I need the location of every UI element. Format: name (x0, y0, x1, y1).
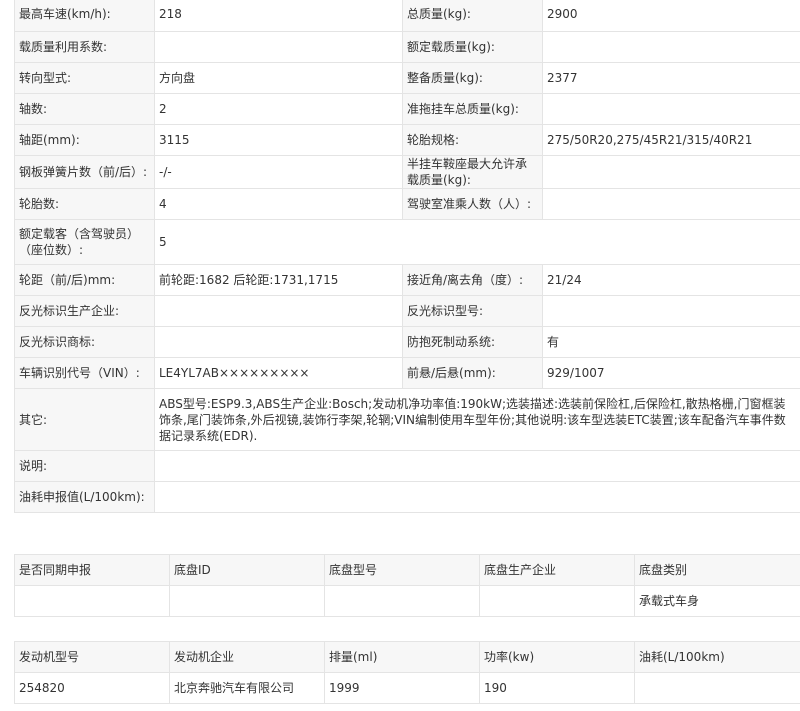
chassis-header-cell: 底盘型号 (324, 554, 480, 586)
engine-data-row: 254820 北京奔驰汽车有限公司 1999 190 (14, 672, 800, 704)
spec-row: 反光标识生产企业: 反光标识型号: (14, 295, 800, 327)
spec-value (542, 93, 800, 125)
spec-label: 轴距(mm): (14, 124, 155, 156)
spec-row: 反光标识商标: 防抱死制动系统: 有 (14, 326, 800, 358)
chassis-cell: 承载式车身 (634, 585, 800, 617)
spec-label: 反光标识商标: (14, 326, 155, 358)
spec-label: 额定载质量(kg): (402, 31, 543, 63)
spec-label: 反光标识生产企业: (14, 295, 155, 327)
spec-value: 方向盘 (154, 62, 403, 94)
spec-value: 5 (154, 219, 800, 265)
spec-row: 额定载客（含驾驶员）（座位数）: 5 (14, 219, 800, 265)
engine-cell: 1999 (324, 672, 480, 704)
spec-value: 2 (154, 93, 403, 125)
spec-value (154, 326, 403, 358)
spec-label: 前悬/后悬(mm): (402, 357, 543, 389)
spec-label: 轮胎数: (14, 188, 155, 220)
engine-header-cell: 排量(ml) (324, 641, 480, 673)
spec-value: 21/24 (542, 264, 800, 296)
spec-row: 载质量利用系数: 额定载质量(kg): (14, 31, 800, 63)
spec-value: 218 (154, 0, 403, 32)
spec-value: 前轮距:1682 后轮距:1731,1715 (154, 264, 403, 296)
spec-label: 最高车速(km/h): (14, 0, 155, 32)
spec-label: 钢板弹簧片数（前/后）: (14, 155, 155, 189)
spec-value (154, 450, 800, 482)
chassis-cell (479, 585, 635, 617)
spec-row: 油耗申报值(L/100km): (14, 481, 800, 513)
chassis-header-cell: 底盘类别 (634, 554, 800, 586)
spec-row: 其它: ABS型号:ESP9.3,ABS生产企业:Bosch;发动机净功率值:19… (14, 388, 800, 451)
spec-row: 轴数: 2 准拖挂车总质量(kg): (14, 93, 800, 125)
spec-row: 说明: (14, 450, 800, 482)
engine-header-cell: 功率(kw) (479, 641, 635, 673)
spec-row: 轴距(mm): 3115 轮胎规格: 275/50R20,275/45R21/315/… (14, 124, 800, 156)
spec-label: 轮距（前/后)mm: (14, 264, 155, 296)
spec-value: LE4YL7AB××××××××× (154, 357, 403, 389)
spec-label: 驾驶室准乘人数（人）: (402, 188, 543, 220)
engine-header-row: 发动机型号 发动机企业 排量(ml) 功率(kw) 油耗(L/100km) (14, 641, 800, 673)
spec-value (542, 188, 800, 220)
spec-label: 防抱死制动系统: (402, 326, 543, 358)
spec-label: 车辆识别代号（VIN）: (14, 357, 155, 389)
engine-cell: 254820 (14, 672, 170, 704)
chassis-data-row: 承载式车身 (14, 585, 800, 617)
spec-value: 2900 (542, 0, 800, 32)
chassis-cell (14, 585, 170, 617)
spec-value (542, 295, 800, 327)
spec-label: 准拖挂车总质量(kg): (402, 93, 543, 125)
spec-value (154, 481, 800, 513)
spec-label: 额定载客（含驾驶员）（座位数）: (14, 219, 155, 265)
spec-label: 半挂车鞍座最大允许承载质量(kg): (402, 155, 543, 189)
spec-row: 车辆识别代号（VIN）: LE4YL7AB××××××××× 前悬/后悬(mm): 9… (14, 357, 800, 389)
spec-value (542, 31, 800, 63)
chassis-header-cell: 是否同期申报 (14, 554, 170, 586)
engine-header-cell: 油耗(L/100km) (634, 641, 800, 673)
engine-cell (634, 672, 800, 704)
spec-label: 轴数: (14, 93, 155, 125)
spec-row: 轮距（前/后)mm: 前轮距:1682 后轮距:1731,1715 接近角/离去角（… (14, 264, 800, 296)
engine-header-cell: 发动机企业 (169, 641, 325, 673)
spec-label: 其它: (14, 388, 155, 451)
spec-label: 说明: (14, 450, 155, 482)
chassis-header-cell: 底盘生产企业 (479, 554, 635, 586)
spec-value: 4 (154, 188, 403, 220)
chassis-table: 是否同期申报 底盘ID 底盘型号 底盘生产企业 底盘类别 承载式车身 (14, 554, 800, 617)
spec-value: 3115 (154, 124, 403, 156)
vehicle-spec-table: 最高车速(km/h): 218 总质量(kg): 2900 载质量利用系数: 额定载质量(… (14, 0, 800, 513)
engine-table: 发动机型号 发动机企业 排量(ml) 功率(kw) 油耗(L/100km) 25… (14, 641, 800, 704)
spec-value: -/- (154, 155, 403, 189)
spec-value: ABS型号:ESP9.3,ABS生产企业:Bosch;发动机净功率值:190kW… (154, 388, 800, 451)
spec-label: 接近角/离去角（度）: (402, 264, 543, 296)
spec-label: 油耗申报值(L/100km): (14, 481, 155, 513)
spec-label: 反光标识型号: (402, 295, 543, 327)
engine-header-cell: 发动机型号 (14, 641, 170, 673)
spec-label: 轮胎规格: (402, 124, 543, 156)
spec-value: 2377 (542, 62, 800, 94)
chassis-header-cell: 底盘ID (169, 554, 325, 586)
spec-value (542, 155, 800, 189)
spec-value (154, 31, 403, 63)
spec-value: 275/50R20,275/45R21/315/40R21 (542, 124, 800, 156)
chassis-cell (324, 585, 480, 617)
chassis-cell (169, 585, 325, 617)
chassis-header-row: 是否同期申报 底盘ID 底盘型号 底盘生产企业 底盘类别 (14, 554, 800, 586)
spec-row: 最高车速(km/h): 218 总质量(kg): 2900 (14, 0, 800, 32)
engine-cell: 190 (479, 672, 635, 704)
spec-row: 轮胎数: 4 驾驶室准乘人数（人）: (14, 188, 800, 220)
spec-value: 929/1007 (542, 357, 800, 389)
spec-label: 转向型式: (14, 62, 155, 94)
spec-label: 整备质量(kg): (402, 62, 543, 94)
spec-row: 转向型式: 方向盘 整备质量(kg): 2377 (14, 62, 800, 94)
spec-value: 有 (542, 326, 800, 358)
engine-cell: 北京奔驰汽车有限公司 (169, 672, 325, 704)
spec-value (154, 295, 403, 327)
spec-row: 钢板弹簧片数（前/后）: -/- 半挂车鞍座最大允许承载质量(kg): (14, 155, 800, 189)
spec-label: 总质量(kg): (402, 0, 543, 32)
spec-label: 载质量利用系数: (14, 31, 155, 63)
